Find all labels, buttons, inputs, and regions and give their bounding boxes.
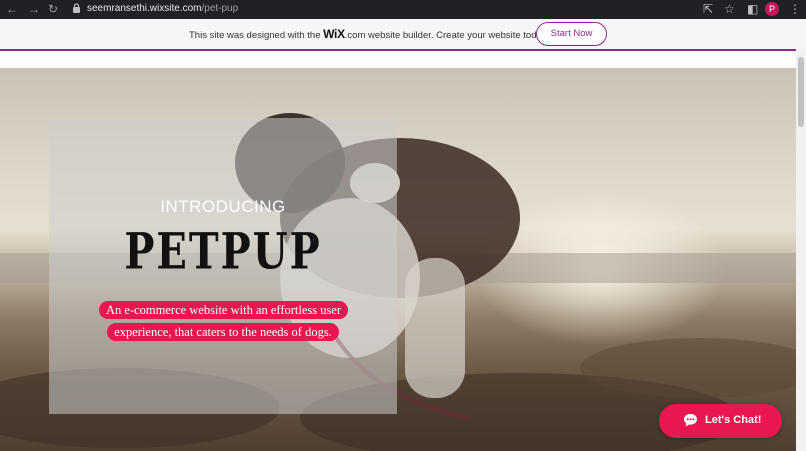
share-icon[interactable]: ⇱: [703, 2, 713, 16]
tagline: An e-commerce website with an effortless…: [99, 299, 349, 343]
brand-title: PETPUP: [124, 222, 322, 281]
chat-label: Let's Chat!: [705, 414, 762, 426]
reload-icon[interactable]: ↻: [48, 1, 58, 17]
browser-toolbar: ← → ↻ seemransethi.wixsite.com/pet-pup ⇱…: [0, 0, 806, 19]
wix-banner: This site was designed with the WiX.com …: [0, 19, 806, 51]
intro-heading: INTRODUCING: [160, 197, 286, 216]
address-bar[interactable]: seemransethi.wixsite.com/pet-pup: [87, 2, 238, 16]
wix-logo[interactable]: WiX: [323, 27, 345, 41]
intro-panel: INTRODUCING PETPUP An e-commerce website…: [49, 118, 397, 414]
start-now-button[interactable]: Start Now: [536, 22, 607, 46]
tagline-text: An e-commerce website with an effortless…: [99, 301, 349, 341]
wix-banner-text-before: This site was designed with the: [189, 30, 324, 41]
profile-avatar[interactable]: P: [765, 2, 779, 16]
wix-banner-text-after: .com website builder. Create your websit…: [344, 30, 549, 41]
lock-icon[interactable]: [72, 3, 81, 13]
wix-banner-message: This site was designed with the WiX.com …: [189, 27, 548, 43]
bookmark-star-icon[interactable]: ☆: [724, 2, 735, 16]
lets-chat-button[interactable]: Let's Chat!: [659, 404, 782, 438]
back-arrow-icon[interactable]: ←: [6, 1, 18, 17]
url-path: /pet-pup: [201, 3, 239, 14]
forward-arrow-icon[interactable]: →: [28, 1, 40, 17]
site-header-strip: [0, 51, 796, 68]
page-scrollbar[interactable]: [796, 49, 806, 451]
side-panel-icon[interactable]: ◧: [747, 2, 758, 16]
scrollbar-thumb[interactable]: [798, 57, 804, 127]
chat-bubble-icon: [684, 414, 697, 427]
hero-section: INTRODUCING PETPUP An e-commerce website…: [0, 68, 796, 451]
menu-kebab-icon[interactable]: ⋮: [789, 2, 801, 16]
url-host: seemransethi.wixsite.com: [87, 3, 202, 14]
